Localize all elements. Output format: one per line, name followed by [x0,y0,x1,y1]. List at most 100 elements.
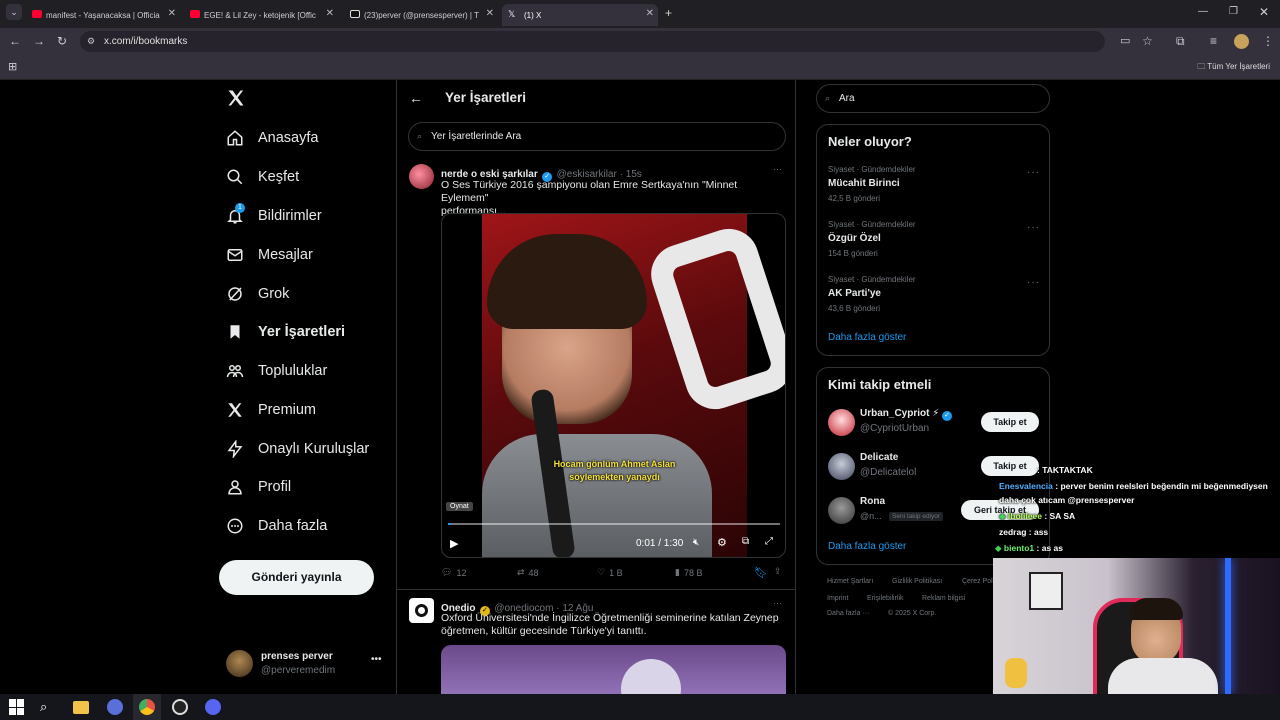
footer-link[interactable]: Gizlilik Politikası [892,578,942,585]
close-window-icon[interactable]: ✕ [1259,5,1269,19]
nav-item-keşfet[interactable]: Keşfet [225,162,299,192]
restore-icon[interactable]: ❐ [1229,6,1238,17]
back-arrow-icon[interactable]: ← [409,90,423,106]
cast-icon[interactable]: ▭ [1120,34,1130,47]
bookmark-button[interactable]: 🔖︎ [754,566,768,579]
follow-show-more-link[interactable]: Daha fazla göster [828,541,906,552]
tweet-avatar[interactable] [409,164,434,189]
star-icon[interactable]: ☆ [1142,34,1153,48]
follow-button[interactable]: Takip et [981,456,1039,476]
pip-icon[interactable]: ⧉ [742,536,749,547]
all-bookmarks-folder[interactable]: 🗀 Tüm Yer İşaretleri [1197,61,1270,75]
bookmarks-search-input[interactable]: ⌕ Yer İşaretlerinde Ara [408,122,786,151]
follow-suggestion-1[interactable]: Urban_Cypriot ⚡ ✓ @CypriotUrban Takip et [817,406,1049,440]
back-icon[interactable]: ← [9,34,21,48]
apps-grid-icon[interactable]: ⊞ [8,60,17,73]
trend-item-2[interactable]: Siyaset · Gündemdekiler Özgür Özel 154 B… [817,218,1049,266]
tweet-avatar[interactable] [409,598,434,623]
follow-suggestion-2[interactable]: Delicate @Delicatelol Takip et [817,450,1049,484]
footer-link[interactable]: Çerez Poli [962,578,994,585]
fullscreen-icon[interactable]: ⤢ [765,536,773,547]
share-button[interactable]: ⇪ [774,566,782,577]
close-icon[interactable]: ✕ [646,8,654,19]
forward-icon[interactable]: → [33,34,45,48]
video-progress-track[interactable] [448,523,780,525]
footer-link[interactable]: Imprint [827,595,848,602]
post-button[interactable]: Gönderi yayınla [219,560,374,595]
reply-button[interactable]: 💬︎ 12 [441,567,466,578]
mute-icon[interactable]: 🔇︎ [693,537,699,548]
url-text: x.com/i/bookmarks [104,36,188,47]
minimize-icon[interactable]: — [1198,6,1208,17]
x-logo[interactable] [226,88,248,110]
close-icon[interactable]: ✕ [486,8,494,19]
app-icon[interactable] [107,699,123,715]
browser-tab-1[interactable]: manifest - Yaşanacaksa | Officia ✕ [32,4,180,26]
tweet-video[interactable]: Hocam gönlüm Ahmet Aslan söylemekten yan… [441,213,786,558]
trend-category: Siyaset · Gündemdekiler [828,220,916,229]
browser-tab-2[interactable]: EGE! & Lil Zey - ketojenik [Offic ✕ [190,4,338,26]
taskbar: ⌕ [0,694,1280,720]
nav-item-bildirimler[interactable]: 1 Bildirimler [225,201,322,231]
footer-link[interactable]: Hizmet Şartları [827,578,873,585]
footer-link[interactable]: Reklam bilgisi [922,595,965,602]
trend-item-3[interactable]: Siyaset · Gündemdekiler AK Parti'ye 43,6… [817,273,1049,321]
profile-avatar[interactable] [1234,34,1249,49]
views-count: 78 B [683,567,703,578]
tweet-media[interactable] [441,645,786,694]
reload-icon[interactable]: ↻ [57,34,67,48]
tweet-1[interactable]: nerde o eski şarkılar ✓ @eskisarkilar · … [397,160,795,590]
trends-show-more-link[interactable]: Daha fazla göster [828,332,906,343]
footer-link[interactable]: Daha fazla ··· [827,610,869,617]
menu-icon[interactable]: ⋮ [1262,34,1274,48]
nav-item-topluluklar[interactable]: Topluluklar [225,356,327,386]
like-button[interactable]: ♡ 1 B [597,567,623,578]
account-switcher[interactable]: prenses perver @perveremedim ••• [226,648,386,680]
tweet-2[interactable]: Onedio ✓ @onediocom · 12 Ağu ··· Oxford … [397,592,795,694]
more-dots-icon[interactable]: ··· [773,598,782,608]
trends-panel: Neler oluyor? Siyaset · Gündemdekiler Mü… [816,124,1050,356]
obs-icon[interactable] [172,699,188,715]
nav-item-yer-i-şaretleri[interactable]: Yer İşaretleri [225,317,345,347]
taskbar-search-icon[interactable]: ⌕ [40,699,56,715]
more-dots-icon[interactable]: ••• [371,654,382,665]
streamer-body [1108,658,1218,694]
browser-tab-4[interactable]: 𝕏 (1) X ✕ [502,4,658,26]
close-icon[interactable]: ✕ [168,8,176,19]
url-field[interactable]: ⚙ x.com/i/bookmarks [80,31,1105,52]
more-dots-icon[interactable]: ··· [773,164,782,174]
tab-search-icon[interactable]: ⌄ [6,4,22,20]
follow-button[interactable]: Takip et [981,412,1039,432]
nav-item-daha-fazla[interactable]: Daha fazla [225,511,327,541]
chat-text: : ass [1028,527,1049,537]
windows-start-icon[interactable] [9,699,25,715]
discord-icon[interactable] [205,699,221,715]
more-dots-icon[interactable]: ··· [1027,167,1040,178]
site-info-icon[interactable]: ⚙ [87,31,95,52]
nav-item-mesajlar[interactable]: Mesajlar [225,240,313,270]
browser-tab-3[interactable]: (23)perver (@prensesperver) | T ✕ [350,4,498,26]
search-input[interactable]: ⌕ Ara [816,84,1050,113]
nav-item-onaylı-kuruluşlar[interactable]: Onaylı Kuruluşlar [225,434,369,464]
new-tab-icon[interactable]: + [665,6,672,20]
file-explorer-icon[interactable] [73,701,89,714]
play-icon[interactable]: ▶ [450,537,458,550]
media-icon[interactable]: ≡ [1210,34,1217,48]
more-dots-icon[interactable]: ··· [1027,222,1040,233]
views-button[interactable]: ▮ 78 B [675,567,702,578]
nav-item-grok[interactable]: Grok [225,279,289,309]
nav-item-premium[interactable]: Premium [225,395,316,425]
extensions-icon[interactable]: ⧉ [1176,34,1185,49]
search-icon [225,167,245,187]
settings-icon[interactable]: ⚙ [717,536,727,549]
nav-item-anasayfa[interactable]: Anasayfa [225,123,318,153]
trend-item-1[interactable]: Siyaset · Gündemdekiler Mücahit Birinci … [817,163,1049,211]
footer-link[interactable]: Erişilebilirlik [867,595,904,602]
x-logo-icon: 𝕏 [508,9,516,19]
nav-item-label: Mesajlar [258,247,313,263]
tab-title: EGE! & Lil Zey - ketojenik [Offic [204,10,316,20]
more-dots-icon[interactable]: ··· [1027,277,1040,288]
nav-item-profil[interactable]: Profil [225,472,291,502]
repost-button[interactable]: ⇄ 48 [517,567,539,578]
close-icon[interactable]: ✕ [326,8,334,19]
